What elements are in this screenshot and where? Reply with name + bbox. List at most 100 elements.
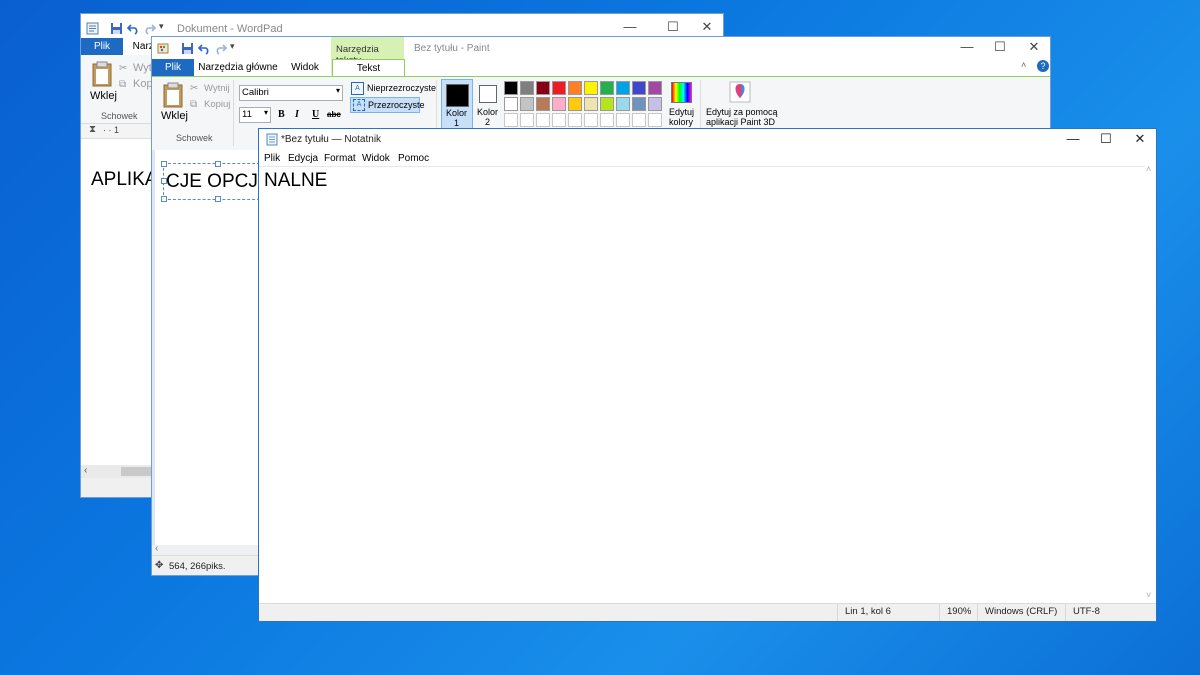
bold-button[interactable]: B bbox=[278, 109, 285, 120]
paste-label[interactable]: Wklej bbox=[90, 90, 117, 102]
copy-label[interactable]: Kopiuj bbox=[204, 99, 230, 110]
redo-icon[interactable] bbox=[214, 42, 227, 55]
font-family-select[interactable]: Calibri ▾ bbox=[239, 85, 343, 101]
menu-view[interactable]: Widok bbox=[362, 153, 390, 164]
scroll-thumb[interactable] bbox=[121, 467, 151, 476]
palette-color-swatch[interactable] bbox=[616, 113, 630, 127]
palette-color-swatch[interactable] bbox=[648, 81, 662, 95]
palette-color-swatch[interactable] bbox=[552, 113, 566, 127]
palette-color-swatch[interactable] bbox=[520, 97, 534, 111]
notepad-window[interactable]: *Bez tytułu — Notatnik — ☐ ✕ Plik Edycja… bbox=[258, 128, 1157, 622]
palette-color-swatch[interactable] bbox=[568, 113, 582, 127]
underline-button[interactable]: U bbox=[312, 109, 319, 120]
palette-color-swatch[interactable] bbox=[584, 97, 598, 111]
redo-icon[interactable] bbox=[143, 22, 156, 35]
palette-color-swatch[interactable] bbox=[616, 81, 630, 95]
menu-file[interactable]: Plik bbox=[264, 153, 280, 164]
palette-color-swatch[interactable] bbox=[504, 97, 518, 111]
palette-color-swatch[interactable] bbox=[504, 81, 518, 95]
resize-handle[interactable] bbox=[215, 161, 221, 167]
tab-file[interactable]: Plik bbox=[152, 59, 194, 76]
palette-color-swatch[interactable] bbox=[568, 97, 582, 111]
copy-icon[interactable]: ⧉ bbox=[119, 79, 126, 90]
palette-color-swatch[interactable] bbox=[568, 81, 582, 95]
palette-color-swatch[interactable] bbox=[632, 81, 646, 95]
help-icon[interactable]: ? bbox=[1037, 60, 1049, 72]
undo-icon[interactable] bbox=[127, 22, 140, 35]
notepad-titlebar[interactable]: *Bez tytułu — Notatnik — ☐ ✕ bbox=[259, 129, 1156, 149]
palette-color-swatch[interactable] bbox=[616, 97, 630, 111]
palette-color-swatch[interactable] bbox=[520, 81, 534, 95]
status-encoding: UTF-8 bbox=[1073, 606, 1100, 617]
maximize-button[interactable]: ☐ bbox=[1089, 129, 1123, 152]
paste-icon[interactable] bbox=[91, 61, 113, 87]
opaque-button[interactable]: A Nieprzezroczyste bbox=[351, 82, 436, 95]
palette-color-swatch[interactable] bbox=[632, 97, 646, 111]
paste-label[interactable]: Wklej bbox=[161, 110, 188, 122]
palette-color-swatch[interactable] bbox=[536, 97, 550, 111]
scroll-down-icon[interactable]: ˅ bbox=[1146, 590, 1151, 600]
save-icon[interactable] bbox=[181, 42, 194, 55]
tab-text[interactable]: Tekst bbox=[332, 59, 405, 77]
palette-color-swatch[interactable] bbox=[600, 81, 614, 95]
color2-button[interactable]: Kolor 2 bbox=[474, 79, 504, 128]
palette-color-swatch[interactable] bbox=[552, 81, 566, 95]
close-button[interactable]: ✕ bbox=[1123, 129, 1156, 152]
palette-color-swatch[interactable] bbox=[552, 97, 566, 111]
chevron-down-icon[interactable]: ▾ bbox=[336, 86, 340, 95]
maximize-button[interactable]: ☐ bbox=[983, 37, 1017, 60]
edit-colors-button[interactable]: Edytuj kolory bbox=[669, 80, 694, 130]
paint3d-button[interactable]: Edytuj za pomocą aplikacji Paint 3D bbox=[705, 80, 778, 130]
customize-qat-icon[interactable]: ▾ bbox=[159, 21, 172, 34]
palette-color-swatch[interactable] bbox=[648, 97, 662, 111]
resize-handle[interactable] bbox=[161, 161, 167, 167]
collapse-ribbon-icon[interactable]: ˄ bbox=[1021, 60, 1026, 70]
cut-icon[interactable]: ✂ bbox=[119, 63, 127, 74]
tab-view[interactable]: Widok bbox=[282, 59, 328, 76]
font-size-select[interactable]: 11 ▾ bbox=[239, 107, 271, 123]
cut-icon[interactable]: ✂ bbox=[190, 83, 198, 94]
scroll-left-icon[interactable]: ‹ bbox=[155, 543, 158, 554]
palette-color-swatch[interactable] bbox=[504, 113, 518, 127]
notepad-text-area[interactable]: NALNE bbox=[259, 166, 1145, 603]
resize-handle[interactable] bbox=[161, 196, 167, 202]
copy-icon[interactable]: ⧉ bbox=[190, 99, 197, 110]
palette-color-swatch[interactable] bbox=[632, 113, 646, 127]
scroll-up-icon[interactable]: ˄ bbox=[1146, 164, 1151, 174]
palette-color-swatch[interactable] bbox=[520, 113, 534, 127]
customize-qat-icon[interactable]: ▾ bbox=[230, 41, 243, 54]
minimize-button[interactable]: — bbox=[950, 37, 984, 60]
tab-home[interactable]: Narzędzia główne bbox=[198, 59, 278, 76]
cut-label[interactable]: Wytnij bbox=[204, 83, 230, 94]
palette-color-swatch[interactable] bbox=[600, 97, 614, 111]
save-icon[interactable] bbox=[110, 22, 123, 35]
paste-icon[interactable] bbox=[162, 82, 184, 108]
palette-color-swatch[interactable] bbox=[600, 113, 614, 127]
palette-color-swatch[interactable] bbox=[536, 113, 550, 127]
menu-format[interactable]: Format bbox=[324, 153, 356, 164]
strikethrough-button[interactable]: abc bbox=[327, 110, 341, 119]
clipboard-group-label: Schowek bbox=[176, 133, 213, 143]
paint-titlebar[interactable]: ▾ Narzędzia tekstu Bez tytułu - Paint — … bbox=[152, 37, 1050, 75]
palette-color-swatch[interactable] bbox=[536, 81, 550, 95]
menu-edit[interactable]: Edycja bbox=[288, 153, 318, 164]
color1-button[interactable]: Kolor 1 bbox=[441, 79, 473, 130]
color1-number: 1 bbox=[454, 118, 460, 128]
italic-button[interactable]: I bbox=[295, 109, 299, 120]
resize-handle[interactable] bbox=[215, 196, 221, 202]
tab-file[interactable]: Plik bbox=[81, 38, 123, 55]
palette-color-swatch[interactable] bbox=[584, 81, 598, 95]
scroll-left-icon[interactable]: ‹ bbox=[84, 465, 87, 476]
close-button[interactable]: ✕ bbox=[1017, 37, 1050, 60]
notepad-vscrollbar[interactable]: ˄ ˅ bbox=[1145, 164, 1156, 602]
minimize-button[interactable]: — bbox=[1056, 129, 1090, 152]
palette-color-swatch[interactable] bbox=[648, 113, 662, 127]
undo-icon[interactable] bbox=[198, 42, 211, 55]
paint-canvas[interactable]: CJE OPCJO bbox=[155, 150, 273, 555]
chevron-down-icon[interactable]: ▾ bbox=[264, 108, 268, 117]
menu-help[interactable]: Pomoc bbox=[398, 153, 429, 164]
transparent-button[interactable]: A Przezroczyste bbox=[350, 97, 425, 113]
resize-handle[interactable] bbox=[161, 178, 167, 184]
palette-color-swatch[interactable] bbox=[584, 113, 598, 127]
ruler-marker-icon[interactable]: ⧗ bbox=[89, 124, 96, 135]
